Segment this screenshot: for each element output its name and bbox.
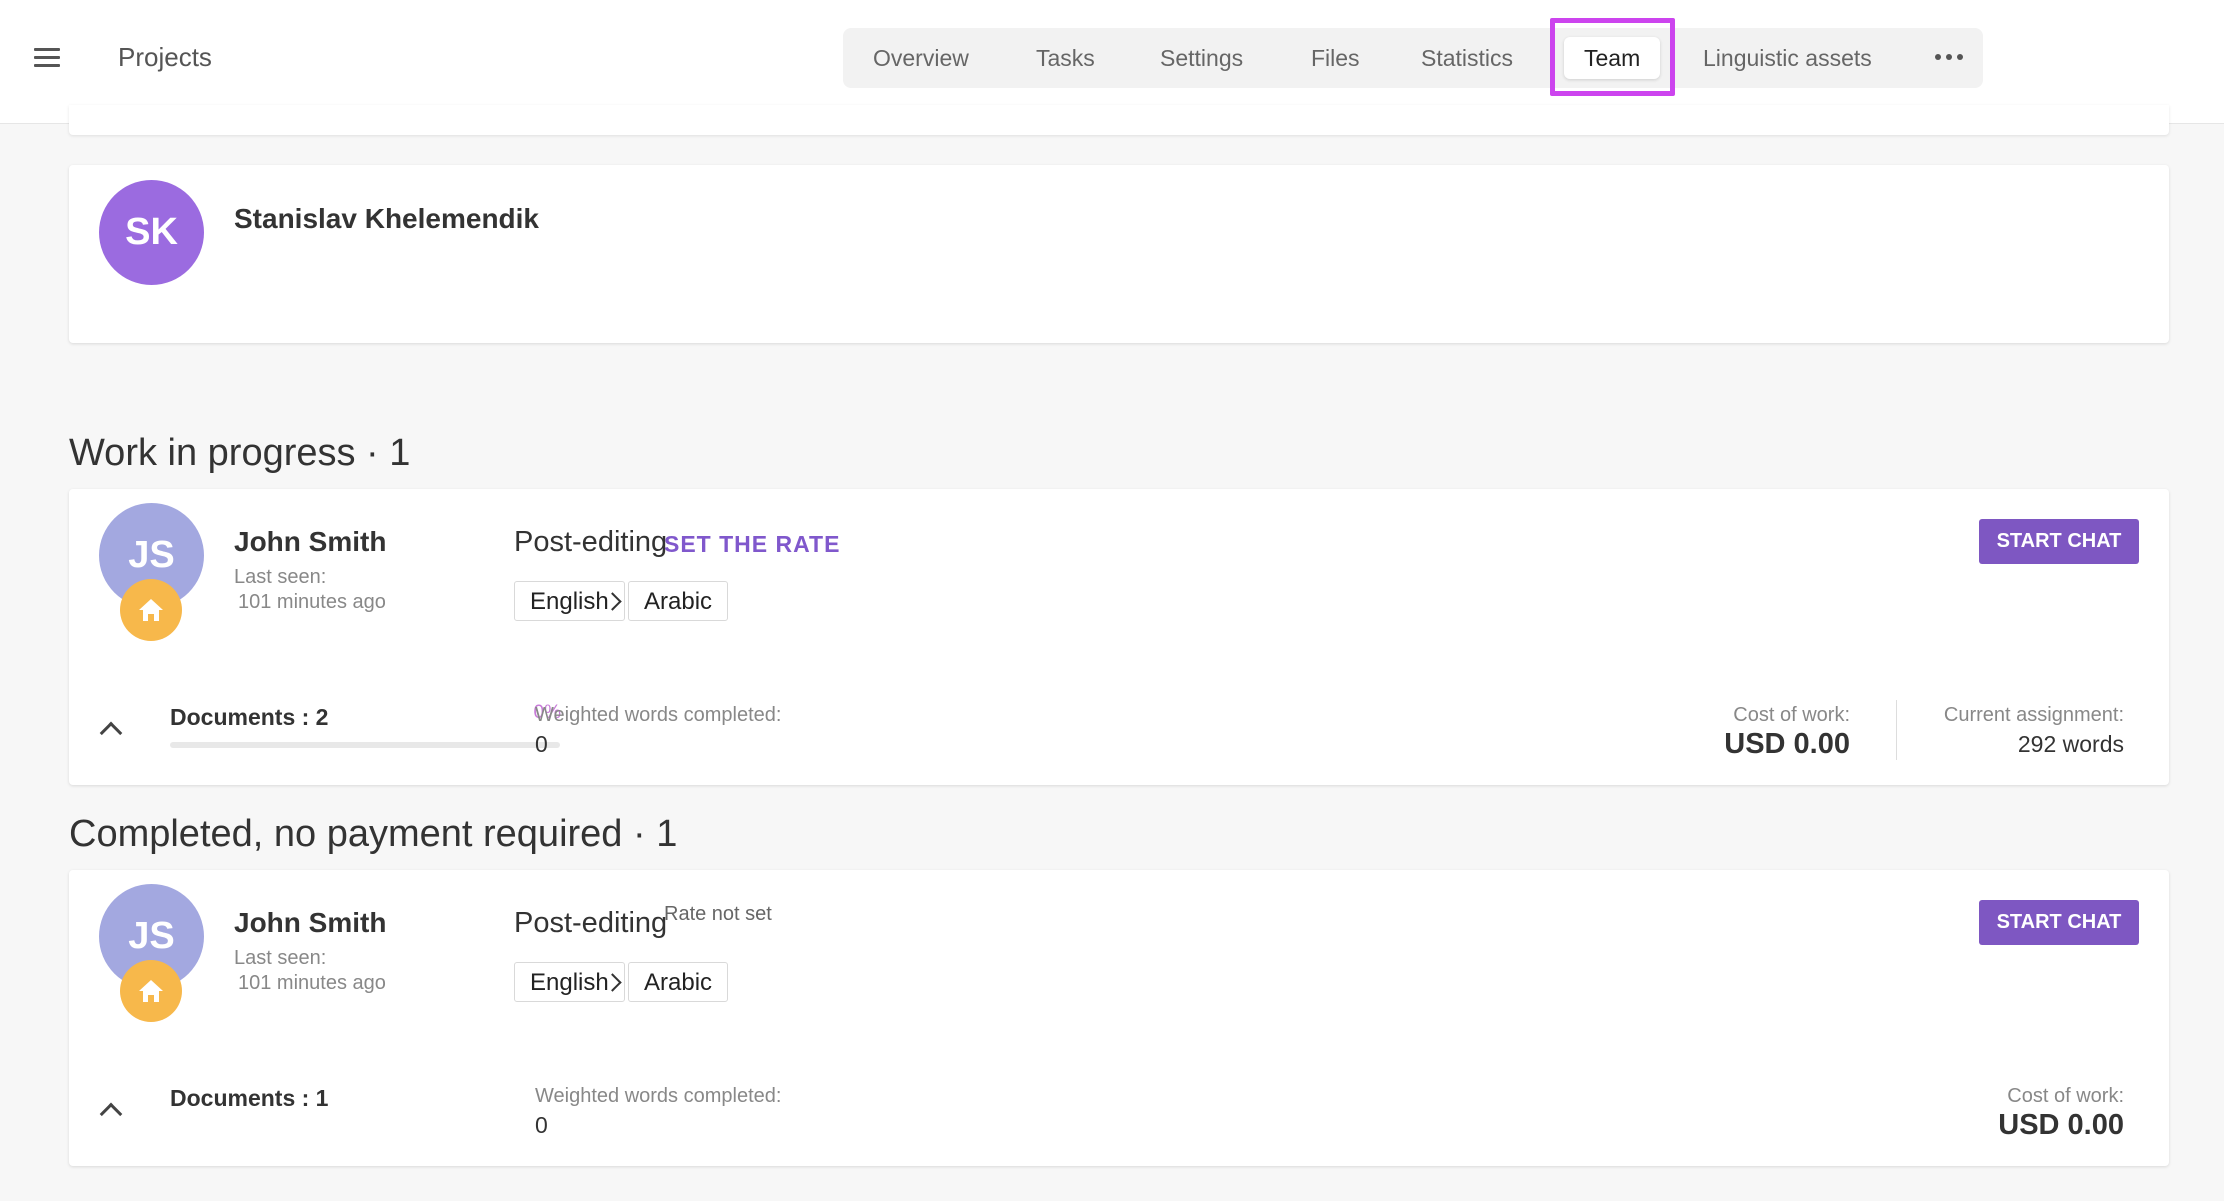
documents-label[interactable]: Documents : 2 <box>170 704 328 731</box>
tab-files[interactable]: Files <box>1311 28 1360 88</box>
tab-tasks[interactable]: Tasks <box>1036 28 1095 88</box>
app-title: Projects <box>118 42 212 72</box>
weighted-words-value: 0 <box>535 1112 548 1138</box>
cost-of-work-value: USD 0.00 <box>1998 1109 2124 1141</box>
target-language-chip: Arabic <box>628 581 729 621</box>
tab-overview[interactable]: Overview <box>873 28 969 88</box>
chevron-up-icon[interactable] <box>99 721 123 745</box>
weighted-words-label: Weighted words completed: <box>535 704 782 726</box>
current-assignment-label: Current assignment: <box>1943 704 2124 726</box>
last-seen-label: Last seen: <box>234 566 327 588</box>
chevron-up-icon[interactable] <box>99 1102 123 1126</box>
rate-not-set-note: Rate not set <box>664 903 772 925</box>
section-heading-in-progress: Work in progress · 1 <box>69 432 411 474</box>
current-assignment-value: 292 words <box>2017 731 2124 757</box>
weighted-words-label: Weighted words completed: <box>535 1085 782 1107</box>
section-heading-completed: Completed, no payment required · 1 <box>69 813 678 855</box>
start-chat-button[interactable]: START CHAT <box>1979 519 2139 564</box>
tab-linguistic-assets[interactable]: Linguistic assets <box>1703 28 1872 88</box>
cost-of-work-label: Cost of work: <box>2007 1085 2124 1107</box>
manager-card: SK Stanislav Khelemendik <box>69 165 2169 343</box>
project-tabs: Overview Tasks Settings Files Statistics… <box>843 28 1983 88</box>
avatar: SK <box>99 180 204 285</box>
tab-settings[interactable]: Settings <box>1160 28 1243 88</box>
task-type: Post-editing <box>514 907 668 939</box>
documents-progress-bar <box>170 742 560 748</box>
more-options-icon[interactable] <box>1935 52 1965 64</box>
previous-card-edge <box>69 105 2169 135</box>
set-rate-link[interactable]: SET THE RATE <box>664 531 840 558</box>
last-seen-value: 101 minutes ago <box>238 591 386 613</box>
last-seen-label: Last seen: <box>234 947 327 969</box>
tab-statistics[interactable]: Statistics <box>1421 28 1513 88</box>
member-name: John Smith <box>234 526 387 557</box>
target-language-chip: Arabic <box>628 962 729 1002</box>
weighted-words-value: 0 <box>535 731 548 757</box>
last-seen-value: 101 minutes ago <box>238 972 386 994</box>
task-type: Post-editing <box>514 526 668 558</box>
documents-label[interactable]: Documents : 1 <box>170 1085 328 1112</box>
member-name: John Smith <box>234 907 387 938</box>
hamburger-menu-icon[interactable] <box>34 48 60 68</box>
tab-team[interactable]: Team <box>1564 37 1661 79</box>
manager-name: Stanislav Khelemendik <box>234 203 540 234</box>
home-badge-icon <box>120 960 182 1022</box>
home-badge-icon <box>120 579 182 641</box>
start-chat-button[interactable]: START CHAT <box>1979 900 2139 945</box>
